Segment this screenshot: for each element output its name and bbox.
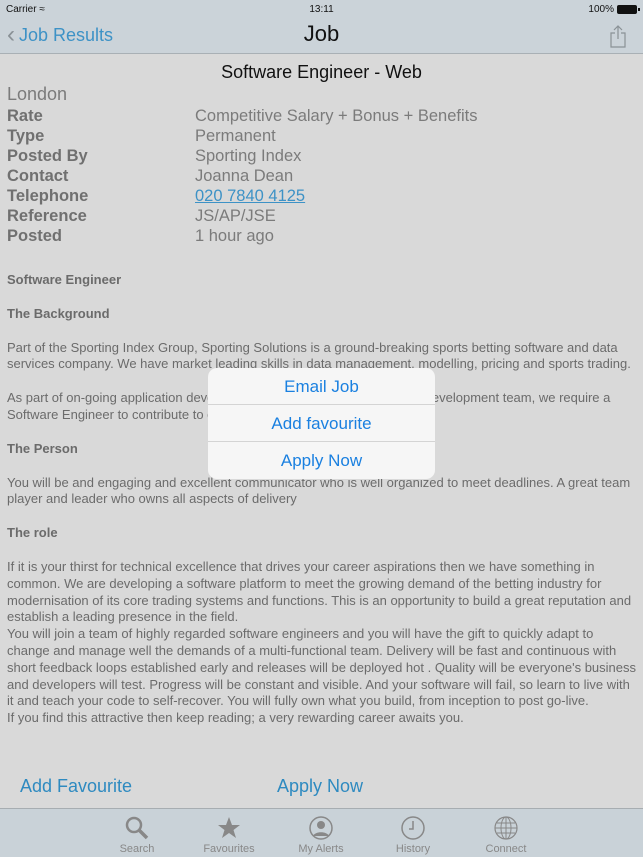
status-bar: Carrier ≈ 13:11 100% — [0, 0, 643, 20]
apply-now-option[interactable]: Apply Now — [208, 442, 435, 479]
desc-paragraph: If you find this attractive then keep re… — [7, 710, 464, 726]
battery-percent: 100% — [588, 4, 614, 15]
field-posted-by: Posted By Sporting Index — [7, 146, 643, 166]
desc-heading: The Background — [7, 305, 110, 321]
desc-paragraph: If it is your thirst for technical excel… — [7, 558, 632, 625]
field-value: Permanent — [195, 127, 276, 145]
field-label: Telephone — [7, 187, 89, 205]
desc-heading: The role — [7, 525, 58, 541]
field-value: 1 hour ago — [195, 227, 274, 245]
add-favourite-button[interactable]: Add Favourite — [20, 776, 132, 797]
tab-label: Favourites — [203, 843, 255, 855]
page-title: Job — [303, 21, 340, 46]
desc-heading: Software Engineer — [7, 272, 122, 287]
desc-paragraph: You will join a team of highly regarded … — [7, 626, 637, 709]
job-description: Software Engineer The Background Part of… — [0, 272, 643, 727]
tab-label: History — [395, 843, 431, 855]
user-icon — [309, 816, 333, 840]
search-icon — [125, 816, 149, 840]
tab-connect[interactable]: Connect — [471, 815, 541, 855]
tab-label: Connect — [485, 843, 527, 855]
tab-bar: Search Favourites My Alerts History Conn… — [0, 808, 643, 857]
globe-icon — [494, 816, 518, 840]
field-label: Type — [7, 127, 45, 145]
field-label: Rate — [7, 107, 43, 125]
tab-label: My Alerts — [298, 843, 344, 855]
field-value: JS/AP/JSE — [195, 207, 276, 225]
battery-status: 100% — [588, 4, 640, 15]
battery-icon — [617, 5, 640, 14]
tab-my-alerts[interactable]: My Alerts — [286, 815, 356, 855]
field-type: Type Permanent — [7, 126, 643, 146]
share-icon[interactable] — [609, 24, 627, 48]
tab-search[interactable]: Search — [102, 815, 172, 855]
field-telephone: Telephone 020 7840 4125 — [7, 186, 643, 206]
field-rate: Rate Competitive Salary + Bonus + Benefit… — [7, 106, 643, 126]
field-value: Joanna Dean — [195, 167, 294, 185]
action-popover: Email Job Add favourite Apply Now — [208, 368, 435, 479]
field-label: Contact — [7, 167, 69, 185]
tab-history[interactable]: History — [378, 815, 448, 855]
desc-paragraph: You will be and engaging and excellent c… — [7, 474, 631, 507]
field-contact: Contact Joanna Dean — [7, 166, 643, 186]
star-icon — [218, 817, 240, 838]
field-reference: Reference JS/AP/JSE — [7, 206, 643, 226]
email-job-option[interactable]: Email Job — [208, 368, 435, 405]
add-favourite-option[interactable]: Add favourite — [208, 405, 435, 442]
clock-icon — [401, 816, 425, 840]
tab-label: Search — [119, 843, 155, 855]
field-label: Posted By — [7, 147, 88, 165]
field-value: Competitive Salary + Bonus + Benefits — [195, 107, 478, 125]
job-actions: Add Favourite Apply Now — [0, 776, 643, 808]
field-label: Posted — [7, 227, 63, 245]
job-title: Software Engineer - Web — [221, 62, 422, 82]
apply-now-button[interactable]: Apply Now — [277, 776, 363, 797]
field-label: Reference — [7, 207, 87, 225]
navigation-bar: ‹ Job Results Job — [0, 20, 643, 54]
field-value: Sporting Index — [195, 147, 302, 165]
tab-favourites[interactable]: Favourites — [194, 815, 264, 855]
clock: 13:11 — [309, 4, 334, 15]
telephone-link[interactable]: 020 7840 4125 — [195, 187, 305, 205]
job-location: London — [7, 84, 68, 104]
field-posted: Posted 1 hour ago — [7, 226, 643, 246]
